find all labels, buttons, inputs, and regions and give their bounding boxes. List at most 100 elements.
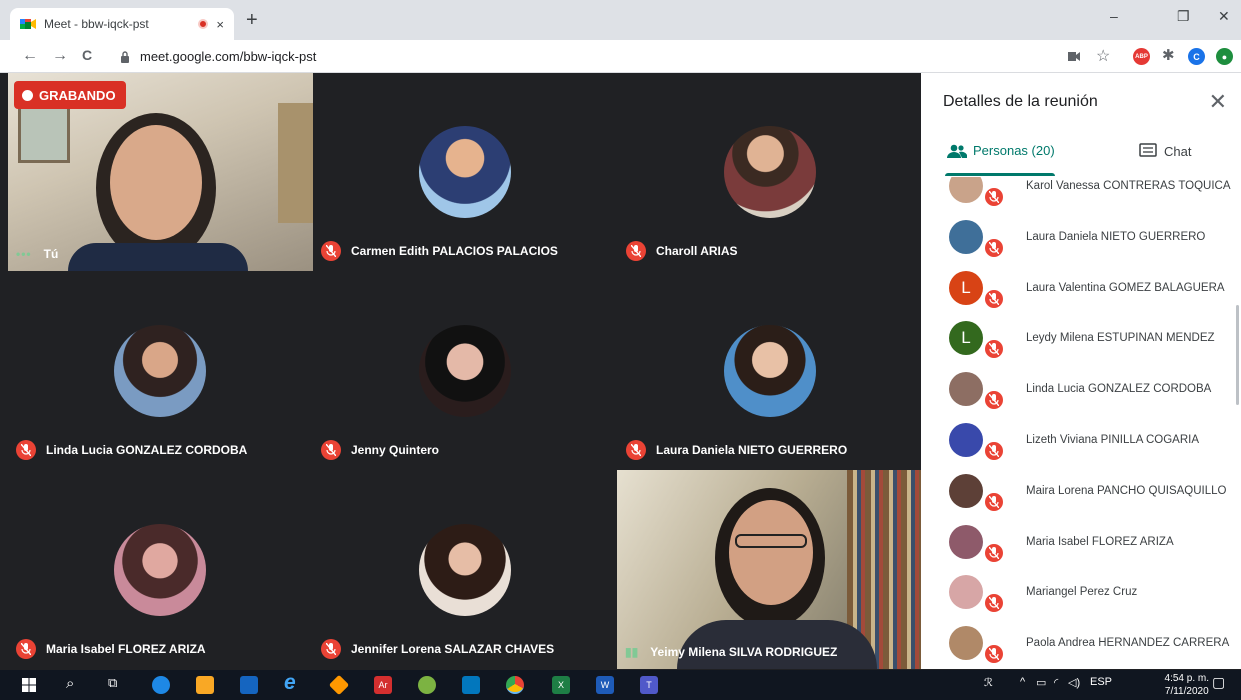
excel-icon[interactable]: X <box>552 676 570 694</box>
recording-dot-icon <box>22 89 33 101</box>
recording-label: GRABANDO <box>39 87 116 103</box>
participant-list-name: Laura Valentina GOMEZ BALAGUERA <box>1026 281 1225 294</box>
search-icon[interactable]: ⌕ <box>66 675 74 692</box>
restore-button[interactable]: ❐ <box>1177 8 1190 25</box>
tile-label: Maria Isabel FLOREZ ARIZA <box>16 639 206 659</box>
mic-off-icon <box>321 440 341 460</box>
battery-icon[interactable]: ▭ <box>1036 676 1046 689</box>
participant-tile[interactable]: Charoll ARIAS <box>618 73 922 271</box>
window-close-button[interactable]: ✕ <box>1218 8 1230 25</box>
recording-indicator-icon <box>198 19 209 29</box>
edge-icon[interactable] <box>152 676 170 694</box>
participant-list-item[interactable]: L Laura Valentina GOMEZ BALAGUERA <box>921 263 1231 314</box>
file-explorer-icon[interactable] <box>196 676 214 694</box>
participant-tile[interactable]: Jenny Quintero <box>313 272 617 470</box>
mic-off-icon <box>626 241 646 261</box>
participant-tile-video[interactable]: ▮▮ Yeimy Milena SILVA RODRIGUEZ <box>617 470 921 669</box>
participant-list-item[interactable]: Maira Lorena PANCHO QUISAQUILLO <box>921 466 1231 517</box>
tile-name: Charoll ARIAS <box>656 244 738 258</box>
participant-list-item[interactable]: Karol Vanessa CONTRERAS TOQUICA <box>921 177 1231 212</box>
tile-name: Jenny Quintero <box>351 443 440 457</box>
volume-icon[interactable]: ◁) <box>1068 676 1080 689</box>
system-clock[interactable]: 4:54 p. m. 7/11/2020 <box>1165 672 1209 698</box>
participant-list-avatar: L <box>949 321 983 356</box>
url-field[interactable]: meet.google.com/bbw-iqck-pst <box>112 44 1052 69</box>
address-bar: ← → C meet.google.com/bbw-iqck-pst ☆ ABP… <box>0 40 1241 73</box>
mic-off-icon <box>983 389 1005 412</box>
reload-button[interactable]: C <box>82 47 92 63</box>
participant-list-item[interactable]: Linda Lucia GONZALEZ CORDOBA <box>921 364 1231 415</box>
green-extension-icon[interactable]: ● <box>1216 48 1233 65</box>
forward-button[interactable]: → <box>52 47 68 65</box>
task-view-icon[interactable]: ⧉ <box>108 675 117 691</box>
recording-badge: GRABANDO <box>14 81 126 109</box>
participant-list-item[interactable]: Laura Daniela NIETO GUERRERO <box>921 212 1231 263</box>
participant-list-avatar <box>949 372 983 407</box>
notifications-icon[interactable]: ▢ <box>1212 674 1225 691</box>
glasses <box>735 534 807 548</box>
participant-list-item[interactable]: Mariangel Perez Cruz <box>921 567 1231 618</box>
tab-close-icon[interactable]: × <box>216 17 224 32</box>
profile-avatar[interactable]: C <box>1188 48 1205 65</box>
word-icon[interactable]: W <box>596 676 614 694</box>
tile-label: Carmen Edith PALACIOS PALACIOS <box>321 241 558 261</box>
acrobat-icon[interactable]: Ar <box>374 676 392 694</box>
participant-list-avatar <box>949 524 983 559</box>
participant-tile[interactable]: Linda Lucia GONZALEZ CORDOBA <box>8 272 312 470</box>
participant-list-item[interactable]: Maria Isabel FLOREZ ARIZA <box>921 517 1231 568</box>
people-tray-icon[interactable]: ℛ <box>984 676 993 689</box>
participant-tile[interactable]: Laura Daniela NIETO GUERRERO <box>618 272 922 470</box>
panel-close-button[interactable]: ✕ <box>1209 89 1227 115</box>
wifi-icon[interactable]: ◜ <box>1054 676 1058 689</box>
mic-off-icon <box>983 338 1005 361</box>
participant-list-name: Laura Daniela NIETO GUERRERO <box>1026 230 1206 243</box>
language-indicator[interactable]: ESP <box>1090 676 1112 688</box>
chat-icon <box>1139 143 1157 157</box>
tab-people-label: Personas (20) <box>973 143 1055 158</box>
chrome-icon[interactable] <box>506 676 524 694</box>
extensions-puzzle-icon[interactable]: ✱ <box>1162 46 1175 64</box>
mic-off-icon <box>983 490 1005 513</box>
back-button[interactable]: ← <box>22 47 38 65</box>
panel-scrollbar[interactable] <box>1236 305 1239 405</box>
windows-start-icon[interactable] <box>22 678 36 692</box>
tile-label: Jennifer Lorena SALAZAR CHAVES <box>321 639 554 659</box>
minimize-button[interactable]: – <box>1110 8 1118 24</box>
tab-people[interactable]: Personas (20) <box>947 143 1055 158</box>
participant-list-item[interactable]: Paola Andrea HERNANDEZ CARRERA <box>921 618 1231 669</box>
mic-off-icon <box>16 440 36 460</box>
tile-label: Linda Lucia GONZALEZ CORDOBA <box>16 440 247 460</box>
app-icon-orange[interactable] <box>328 674 350 696</box>
internet-explorer-icon[interactable]: e <box>284 671 296 695</box>
participant-list-avatar: L <box>949 270 983 305</box>
more-options-icon[interactable]: ••• <box>16 247 32 261</box>
teams-icon[interactable]: T <box>640 676 658 694</box>
mail-icon[interactable] <box>462 676 480 694</box>
new-tab-button[interactable]: + <box>246 10 258 30</box>
participant-tile[interactable]: Jennifer Lorena SALAZAR CHAVES <box>313 471 617 669</box>
browser-tab-strip: Meet - bbw-iqck-pst × + – ❐ ✕ <box>0 0 1241 40</box>
people-icon <box>947 144 967 158</box>
panel-tabs: Personas (20) Chat <box>921 135 1241 177</box>
participant-list-avatar <box>949 575 983 610</box>
participant-list-name: Paola Andrea HERNANDEZ CARRERA <box>1026 637 1230 650</box>
tab-chat-label: Chat <box>1164 143 1192 159</box>
show-hidden-icons[interactable]: ^ <box>1020 676 1025 688</box>
background-furniture <box>278 103 313 223</box>
bookmark-star-icon[interactable]: ☆ <box>1096 46 1110 66</box>
participant-list-avatar <box>949 177 983 203</box>
tile-label: ••• Tú <box>16 247 58 261</box>
participant-list-item[interactable]: Lizeth Viviana PINILLA COGARIA <box>921 415 1231 466</box>
participant-tile[interactable]: Carmen Edith PALACIOS PALACIOS <box>313 73 617 271</box>
participant-tile-self[interactable]: GRABANDO ••• Tú <box>8 73 313 271</box>
browser-tab[interactable]: Meet - bbw-iqck-pst × <box>10 8 234 40</box>
mic-off-icon <box>983 643 1005 666</box>
store-icon[interactable] <box>240 676 258 694</box>
participant-tile[interactable]: Maria Isabel FLOREZ ARIZA <box>8 471 312 669</box>
tab-chat[interactable]: Chat <box>1139 143 1191 159</box>
adblock-extension-icon[interactable]: ABP <box>1133 48 1150 65</box>
paint-icon[interactable] <box>418 676 436 694</box>
participant-list-item[interactable]: L Leydy Milena ESTUPINAN MENDEZ <box>921 313 1231 364</box>
url-text: meet.google.com/bbw-iqck-pst <box>140 49 317 64</box>
camera-icon[interactable] <box>1068 52 1080 61</box>
